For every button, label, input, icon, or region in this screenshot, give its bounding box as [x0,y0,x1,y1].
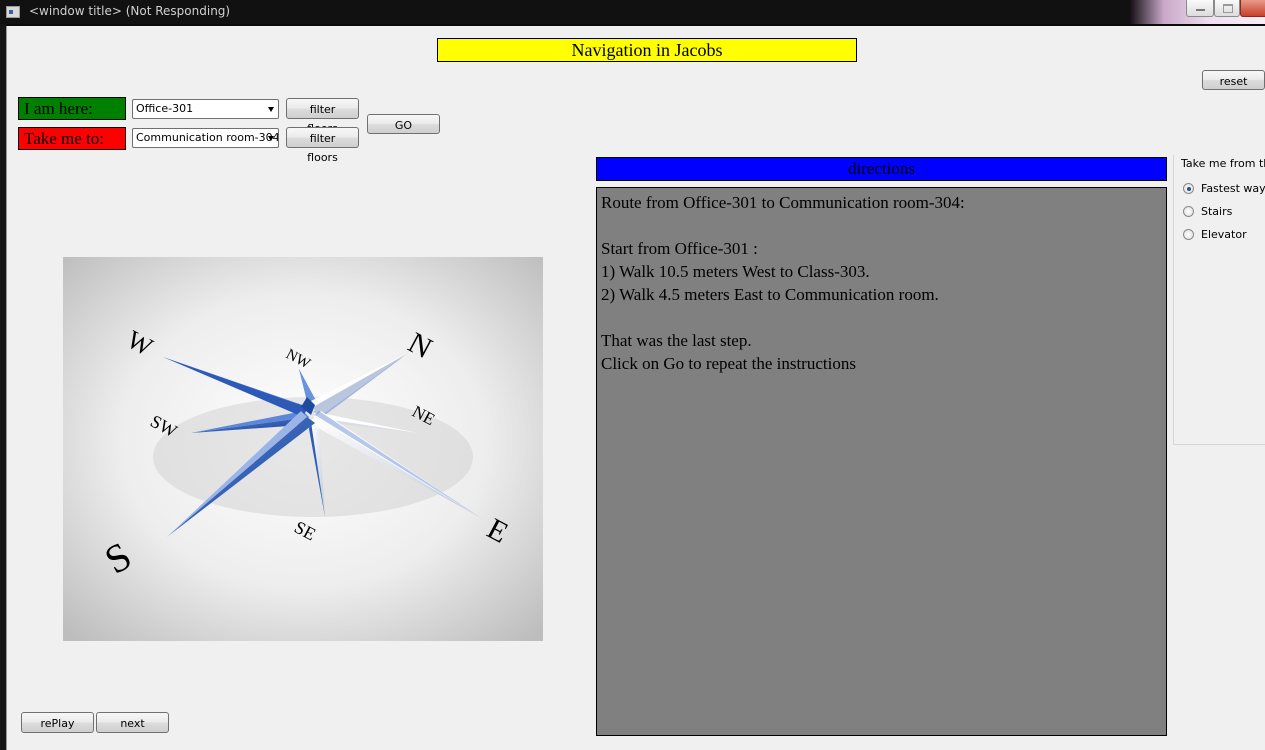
radio-button-icon[interactable] [1183,183,1194,194]
app-icon [6,6,20,18]
to-select-value: Communication room-304 [136,131,279,144]
filter-floors-to-button[interactable]: filter floors [286,127,359,164]
to-label: Take me to: [18,127,126,150]
chevron-down-icon [268,136,274,141]
radio-label: Elevator [1201,228,1247,241]
close-button[interactable] [1240,0,1265,17]
chevron-down-icon [268,107,274,112]
filter-floors-from-button[interactable]: filter floors [286,98,359,135]
window-title: <window title> (Not Responding) [29,4,231,18]
from-select[interactable]: Office-301 [132,99,279,119]
minimize-button[interactable] [1186,0,1214,17]
radio-button-icon[interactable] [1183,206,1194,217]
from-label: I am here: [18,97,126,120]
reset-button[interactable]: reset [1202,70,1265,90]
directions-header: directions [596,157,1167,181]
replay-button[interactable]: rePlay [21,712,94,733]
compass-rose-image: N NE E SE S SW W NW [63,257,543,641]
radio-button-icon[interactable] [1183,229,1194,240]
radio-label: Stairs [1201,205,1233,218]
go-button[interactable]: GO [367,114,440,134]
to-select[interactable]: Communication room-304 [132,128,279,148]
route-options-label: Take me from the [1181,157,1265,170]
maximize-button[interactable] [1214,0,1240,17]
route-options-panel [1173,155,1265,445]
directions-text: Route from Office-301 to Communication r… [596,187,1167,736]
page-title: Navigation in Jacobs [437,38,857,62]
from-select-value: Office-301 [136,102,194,115]
radio-label: Fastest way [1201,182,1265,195]
next-button[interactable]: next [96,712,169,733]
